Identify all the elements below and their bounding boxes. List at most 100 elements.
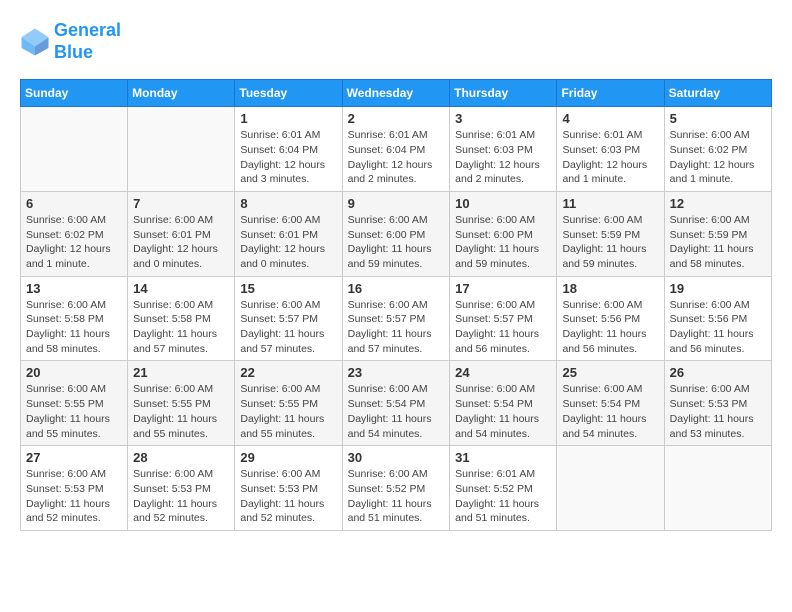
day-info: Sunrise: 6:00 AM Sunset: 5:54 PM Dayligh… — [562, 382, 658, 441]
day-number: 25 — [562, 365, 658, 380]
day-number: 20 — [26, 365, 122, 380]
day-number: 27 — [26, 450, 122, 465]
day-number: 22 — [240, 365, 336, 380]
calendar-week-4: 20 Sunrise: 6:00 AM Sunset: 5:55 PM Dayli… — [21, 361, 772, 446]
day-info: Sunrise: 6:01 AM Sunset: 6:03 PM Dayligh… — [455, 128, 551, 187]
calendar-cell: 21Sunrise: 6:00 AM Sunset: 5:55 PM Dayli… — [128, 361, 235, 446]
calendar-cell — [21, 107, 128, 192]
calendar-week-3: 13 Sunrise: 6:00 AM Sunset: 5:58 PM Dayli… — [21, 276, 772, 361]
day-info: Sunrise: 6:00 AM Sunset: 6:00 PM Dayligh… — [455, 213, 551, 272]
logo-icon — [20, 27, 50, 57]
calendar-cell: 28Sunrise: 6:00 AM Sunset: 5:53 PM Dayli… — [128, 446, 235, 531]
day-number: 17 — [455, 281, 551, 296]
calendar-cell: 23 Sunrise: 6:00 AM Sunset: 5:54 PM Dayli… — [342, 361, 450, 446]
day-info: Sunrise: 6:00 AM Sunset: 5:59 PM Dayligh… — [562, 213, 658, 272]
day-info: Sunrise: 6:01 AM Sunset: 6:03 PM Dayligh… — [562, 128, 658, 187]
day-info: Sunrise: 6:00 AM Sunset: 6:00 PM Dayligh… — [348, 213, 445, 272]
calendar-cell: 7 Sunrise: 6:00 AM Sunset: 6:01 PM Daylig… — [128, 191, 235, 276]
calendar-cell: 3 Sunrise: 6:01 AM Sunset: 6:03 PM Daylig… — [450, 107, 557, 192]
calendar-cell: 11 Sunrise: 6:00 AM Sunset: 5:59 PM Dayli… — [557, 191, 664, 276]
calendar-cell: 19 Sunrise: 6:00 AM Sunset: 5:56 PM Dayli… — [664, 276, 771, 361]
calendar-cell: 16 Sunrise: 6:00 AM Sunset: 5:57 PM Dayli… — [342, 276, 450, 361]
day-info: Sunrise: 6:01 AM Sunset: 6:04 PM Dayligh… — [348, 128, 445, 187]
calendar-cell: 12 Sunrise: 6:00 AM Sunset: 5:59 PM Dayli… — [664, 191, 771, 276]
day-number: 2 — [348, 111, 445, 126]
calendar-cell: 9 Sunrise: 6:00 AM Sunset: 6:00 PM Daylig… — [342, 191, 450, 276]
day-number: 26 — [670, 365, 766, 380]
calendar-cell: 27 Sunrise: 6:00 AM Sunset: 5:53 PM Dayli… — [21, 446, 128, 531]
day-number: 21 — [133, 365, 229, 380]
calendar-cell: 22 Sunrise: 6:00 AM Sunset: 5:55 PM Dayli… — [235, 361, 342, 446]
calendar-cell: 10 Sunrise: 6:00 AM Sunset: 6:00 PM Dayli… — [450, 191, 557, 276]
day-info: Sunrise: 6:01 AM Sunset: 6:04 PM Dayligh… — [240, 128, 336, 187]
calendar-cell — [128, 107, 235, 192]
logo: General Blue — [20, 20, 121, 63]
day-info: Sunrise: 6:00 AM Sunset: 5:58 PM Dayligh… — [26, 298, 122, 357]
day-info: Sunrise: 6:00 AM Sunset: 5:59 PM Dayligh… — [670, 213, 766, 272]
day-info: Sunrise: 6:00 AM Sunset: 5:57 PM Dayligh… — [455, 298, 551, 357]
day-number: 5 — [670, 111, 766, 126]
calendar-cell: 8 Sunrise: 6:00 AM Sunset: 6:01 PM Daylig… — [235, 191, 342, 276]
day-number: 3 — [455, 111, 551, 126]
calendar-cell — [557, 446, 664, 531]
calendar-cell — [664, 446, 771, 531]
day-info: Sunrise: 6:00 AM Sunset: 5:53 PM Dayligh… — [133, 467, 229, 526]
calendar-cell: 25 Sunrise: 6:00 AM Sunset: 5:54 PM Dayli… — [557, 361, 664, 446]
day-number: 9 — [348, 196, 445, 211]
day-number: 8 — [240, 196, 336, 211]
day-number: 24 — [455, 365, 551, 380]
day-number: 14 — [133, 281, 229, 296]
day-info: Sunrise: 6:00 AM Sunset: 5:57 PM Dayligh… — [348, 298, 445, 357]
day-info: Sunrise: 6:00 AM Sunset: 5:54 PM Dayligh… — [348, 382, 445, 441]
weekday-header-sunday: Sunday — [21, 80, 128, 107]
day-info: Sunrise: 6:00 AM Sunset: 5:55 PM Dayligh… — [240, 382, 336, 441]
day-info: Sunrise: 6:01 AM Sunset: 5:52 PM Dayligh… — [455, 467, 551, 526]
day-number: 23 — [348, 365, 445, 380]
day-info: Sunrise: 6:00 AM Sunset: 5:53 PM Dayligh… — [26, 467, 122, 526]
page-header: General Blue — [20, 20, 772, 63]
calendar-cell: 26 Sunrise: 6:00 AM Sunset: 5:53 PM Dayli… — [664, 361, 771, 446]
calendar-cell: 29Sunrise: 6:00 AM Sunset: 5:53 PM Dayli… — [235, 446, 342, 531]
day-info: Sunrise: 6:00 AM Sunset: 6:02 PM Dayligh… — [26, 213, 122, 272]
day-info: Sunrise: 6:00 AM Sunset: 5:57 PM Dayligh… — [240, 298, 336, 357]
day-number: 19 — [670, 281, 766, 296]
day-info: Sunrise: 6:00 AM Sunset: 5:54 PM Dayligh… — [455, 382, 551, 441]
day-number: 16 — [348, 281, 445, 296]
day-number: 29 — [240, 450, 336, 465]
day-number: 13 — [26, 281, 122, 296]
calendar-cell: 5Sunrise: 6:00 AM Sunset: 6:02 PM Daylig… — [664, 107, 771, 192]
calendar-cell: 2 Sunrise: 6:01 AM Sunset: 6:04 PM Daylig… — [342, 107, 450, 192]
day-number: 18 — [562, 281, 658, 296]
calendar-cell: 31 Sunrise: 6:01 AM Sunset: 5:52 PM Dayli… — [450, 446, 557, 531]
calendar-cell: 1 Sunrise: 6:01 AM Sunset: 6:04 PM Daylig… — [235, 107, 342, 192]
calendar-cell: 18 Sunrise: 6:00 AM Sunset: 5:56 PM Dayli… — [557, 276, 664, 361]
day-number: 11 — [562, 196, 658, 211]
weekday-header-saturday: Saturday — [664, 80, 771, 107]
weekday-header-thursday: Thursday — [450, 80, 557, 107]
day-info: Sunrise: 6:00 AM Sunset: 6:01 PM Dayligh… — [240, 213, 336, 272]
day-info: Sunrise: 6:00 AM Sunset: 6:01 PM Dayligh… — [133, 213, 229, 272]
day-number: 1 — [240, 111, 336, 126]
day-info: Sunrise: 6:00 AM Sunset: 5:56 PM Dayligh… — [562, 298, 658, 357]
day-number: 7 — [133, 196, 229, 211]
day-number: 4 — [562, 111, 658, 126]
day-number: 30 — [348, 450, 445, 465]
day-number: 31 — [455, 450, 551, 465]
logo-text: General Blue — [54, 20, 121, 63]
calendar-week-1: 1 Sunrise: 6:01 AM Sunset: 6:04 PM Daylig… — [21, 107, 772, 192]
day-number: 12 — [670, 196, 766, 211]
calendar-cell: 20 Sunrise: 6:00 AM Sunset: 5:55 PM Dayli… — [21, 361, 128, 446]
calendar-cell: 4 Sunrise: 6:01 AM Sunset: 6:03 PM Daylig… — [557, 107, 664, 192]
day-number: 15 — [240, 281, 336, 296]
calendar-cell: 24 Sunrise: 6:00 AM Sunset: 5:54 PM Dayli… — [450, 361, 557, 446]
day-info: Sunrise: 6:00 AM Sunset: 5:55 PM Dayligh… — [26, 382, 122, 441]
calendar-cell: 13 Sunrise: 6:00 AM Sunset: 5:58 PM Dayli… — [21, 276, 128, 361]
weekday-header-monday: Monday — [128, 80, 235, 107]
calendar-cell: 30Sunrise: 6:00 AM Sunset: 5:52 PM Dayli… — [342, 446, 450, 531]
day-info: Sunrise: 6:00 AM Sunset: 5:53 PM Dayligh… — [670, 382, 766, 441]
calendar-cell: 15 Sunrise: 6:00 AM Sunset: 5:57 PM Dayli… — [235, 276, 342, 361]
day-info: Sunrise: 6:00 AM Sunset: 5:58 PM Dayligh… — [133, 298, 229, 357]
day-number: 10 — [455, 196, 551, 211]
calendar-cell: 17 Sunrise: 6:00 AM Sunset: 5:57 PM Dayli… — [450, 276, 557, 361]
day-info: Sunrise: 6:00 AM Sunset: 5:56 PM Dayligh… — [670, 298, 766, 357]
